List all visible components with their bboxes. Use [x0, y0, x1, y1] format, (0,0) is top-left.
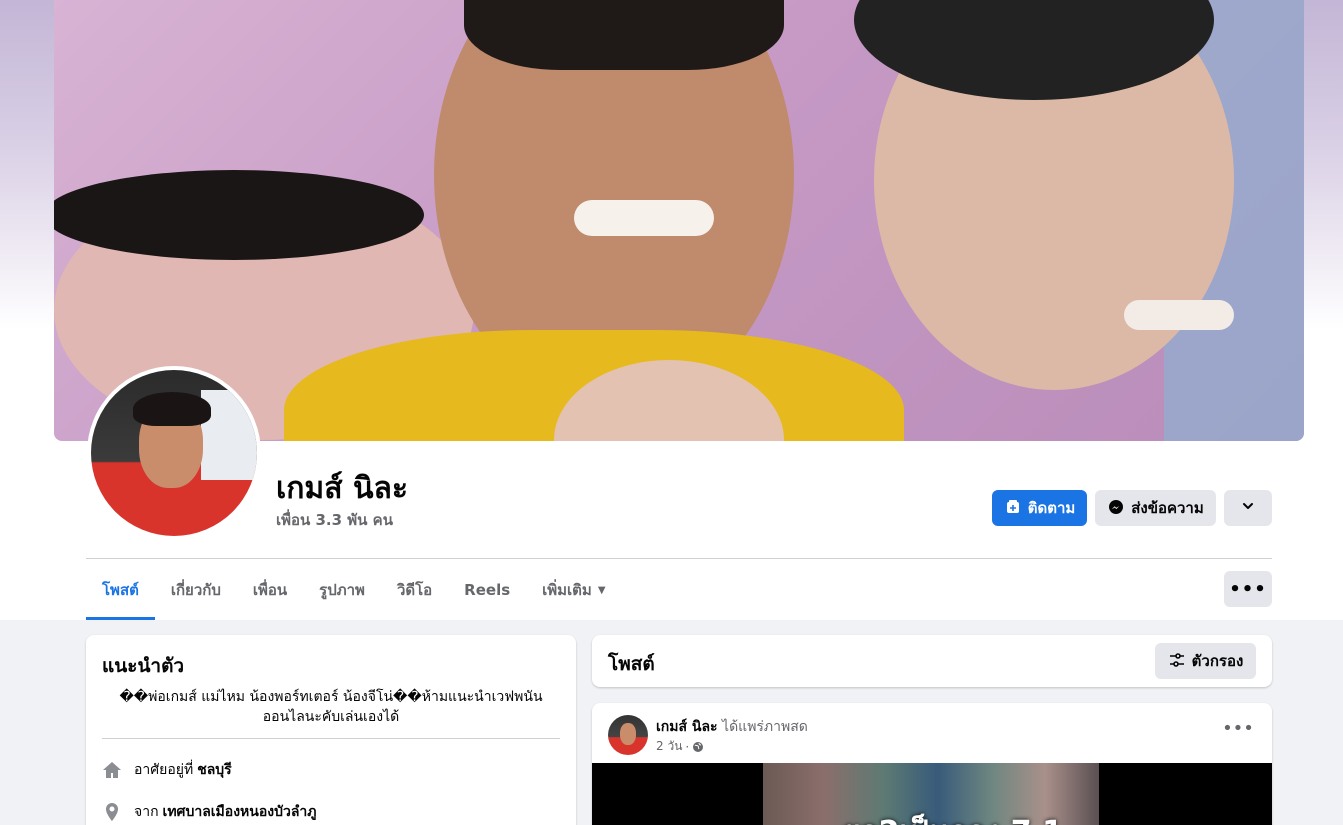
video-thumbnail: ยอ2เป็นลอง 7 1	[763, 763, 1099, 825]
intro-card: แนะนำตัว ��พ่อเกมส์ แม่ไหม น้องพอร์ทเตอร…	[86, 635, 576, 825]
post-card: เกมส์ นิละ ได้แพร่ภาพสด 2 วัน · ••• ยอ2เ…	[592, 703, 1272, 825]
from-link[interactable]: เทศบาลเมืองหนองบัวลำภู	[163, 801, 317, 823]
follow-label: ติดตาม	[1027, 499, 1076, 517]
intro-divider	[102, 738, 560, 739]
lives-in-link[interactable]: ชลบุรี	[197, 759, 232, 781]
tab-posts[interactable]: โพสต์	[86, 560, 155, 620]
post-author-name[interactable]: เกมส์ นิละ	[656, 719, 718, 735]
message-button[interactable]: ส่งข้อความ	[1095, 490, 1216, 526]
post-action: ได้แพร่ภาพสด	[722, 719, 808, 735]
location-pin-icon	[102, 802, 122, 822]
post-header: เกมส์ นิละ ได้แพร่ภาพสด	[656, 716, 808, 738]
post-time[interactable]: 2 วัน	[656, 737, 682, 756]
tab-friends[interactable]: เพื่อน	[237, 560, 303, 620]
home-icon	[102, 760, 122, 780]
live-video[interactable]: ยอ2เป็นลอง 7 1	[592, 763, 1272, 825]
intro-bio: ��พ่อเกมส์ แม่ไหม น้องพอร์ทเตอร์ น้องจีโ…	[119, 689, 543, 725]
profile-tabs: โพสต์ เกี่ยวกับ เพื่อน รูปภาพ วิดีโอ Ree…	[86, 560, 622, 620]
caret-down-icon: ▼	[597, 584, 606, 596]
tab-photos[interactable]: รูปภาพ	[303, 560, 381, 620]
cover-photo[interactable]	[54, 0, 1304, 441]
profile-overflow-button[interactable]: •••	[1224, 571, 1272, 607]
friends-count[interactable]: เพื่อน 3.3 พัน คน	[276, 508, 393, 532]
chevron-down-icon	[1239, 499, 1257, 517]
filter-icon	[1168, 652, 1186, 670]
tab-reels[interactable]: Reels	[448, 560, 526, 620]
video-overlay-text: ยอ2เป็นลอง 7 1	[843, 809, 1063, 825]
intro-title: แนะนำตัว	[102, 655, 185, 677]
posts-title: โพสต์	[608, 653, 655, 675]
intro-lives-in: อาศัยอยู่ที่ ชลบุรี	[102, 759, 232, 781]
message-label: ส่งข้อความ	[1131, 499, 1204, 517]
messenger-icon	[1107, 499, 1125, 517]
tab-more[interactable]: เพิ่มเติม ▼	[526, 560, 621, 620]
more-actions-button[interactable]	[1224, 490, 1272, 526]
more-dots-icon: •••	[1229, 578, 1267, 600]
intro-from: จาก เทศบาลเมืองหนองบัวลำภู	[102, 801, 317, 823]
profile-picture[interactable]	[87, 366, 261, 540]
tab-videos[interactable]: วิดีโอ	[381, 560, 448, 620]
post-meta: 2 วัน ·	[656, 737, 704, 756]
filter-button[interactable]: ตัวกรอง	[1155, 643, 1256, 679]
avatar	[91, 370, 257, 536]
follow-icon	[1004, 499, 1022, 517]
post-options-icon[interactable]: •••	[1220, 718, 1256, 748]
filter-label: ตัวกรอง	[1191, 652, 1244, 670]
tab-about[interactable]: เกี่ยวกับ	[155, 560, 237, 620]
globe-icon	[692, 741, 704, 753]
profile-name: เกมส์ นิละ	[276, 471, 408, 506]
posts-header-card: โพสต์ ตัวกรอง	[592, 635, 1272, 687]
header-divider	[86, 558, 1272, 559]
follow-button[interactable]: ติดตาม	[992, 490, 1087, 526]
post-author-avatar[interactable]	[608, 715, 648, 755]
